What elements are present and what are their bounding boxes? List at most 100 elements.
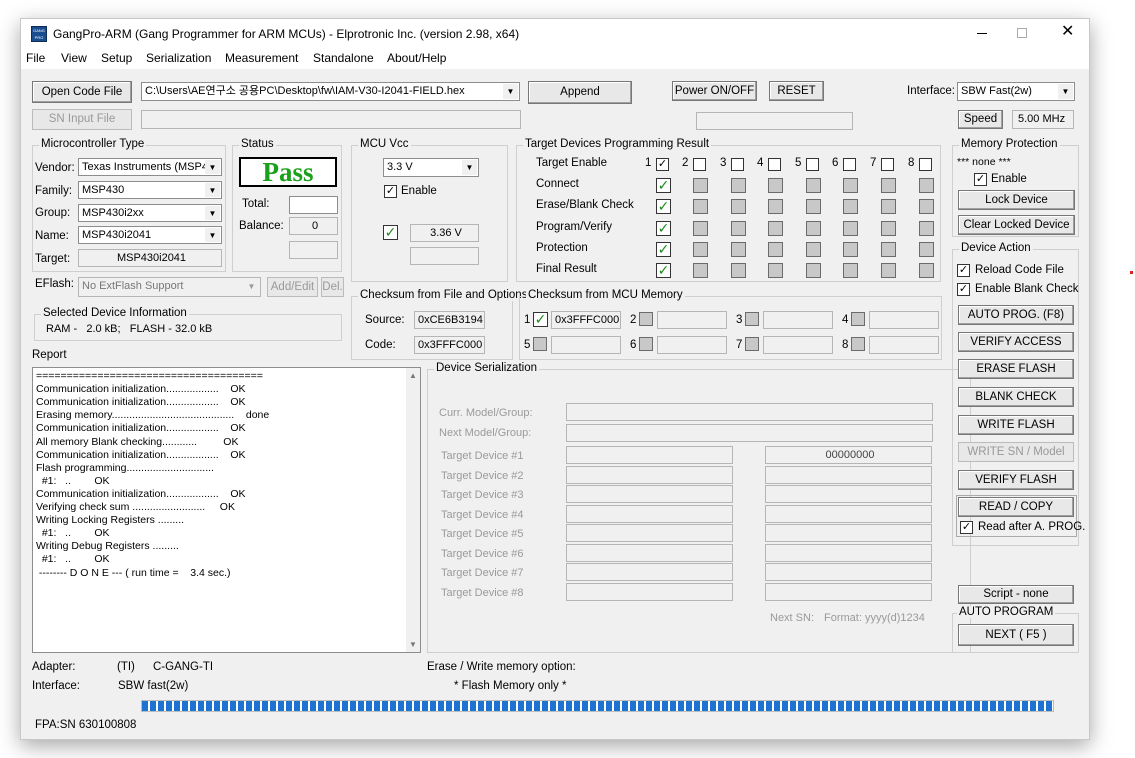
close-icon[interactable]: ✕ — [1061, 22, 1074, 42]
row-label-final-result: Final Result — [536, 263, 597, 275]
result-cell-r4-d5 — [806, 242, 821, 257]
menu-standalone[interactable]: Standalone — [313, 51, 374, 65]
vcc-combo[interactable]: 3.3 V ▼ — [383, 158, 479, 177]
scroll-down-icon[interactable]: ▼ — [409, 640, 417, 649]
sn-input-file-button[interactable]: SN Input File — [32, 109, 132, 130]
result-cell-r5-d7 — [881, 263, 896, 278]
code-file-path-combo[interactable]: C:\Users\AE연구소 공용PC\Desktop\fw\IAM-V30-I… — [141, 82, 520, 101]
chevron-down-icon: ▼ — [205, 228, 220, 242]
group-value: MSP430i2xx — [82, 207, 144, 219]
target-device-field-5 — [566, 524, 733, 542]
target-enable-checkbox-2[interactable] — [693, 158, 706, 171]
eflash-del-button[interactable]: Del. — [321, 277, 344, 297]
target-enable-checkbox-7[interactable] — [881, 158, 894, 171]
clear-locked-device-button[interactable]: Clear Locked Device — [958, 215, 1075, 235]
chevron-down-icon: ▼ — [244, 279, 259, 295]
result-cell-r5-d8 — [919, 263, 934, 278]
target-device-label-2: Target Device #2 — [441, 469, 524, 482]
result-cell-r2-d8 — [919, 199, 934, 214]
menu-setup[interactable]: Setup — [101, 51, 132, 65]
open-code-file-button[interactable]: Open Code File — [32, 81, 132, 103]
target-enable-checkbox-1[interactable]: ✓ — [656, 158, 669, 171]
menu-view[interactable]: View — [61, 51, 87, 65]
target-enable-checkbox-5[interactable] — [806, 158, 819, 171]
target-enable-checkbox-6[interactable] — [843, 158, 856, 171]
group-title: Device Action — [959, 242, 1033, 254]
vendor-value: Texas Instruments (MSP4 — [82, 161, 208, 173]
append-button[interactable]: Append — [528, 81, 632, 104]
maximize-icon[interactable] — [1017, 28, 1027, 38]
report-label: Report — [32, 349, 67, 361]
target-enable-checkbox-8[interactable] — [919, 158, 932, 171]
next-sn-label: Next SN: — [770, 612, 815, 624]
enable-blank-check-checkbox[interactable]: ✓ — [957, 283, 970, 296]
name-combo[interactable]: MSP430i2041 ▼ — [78, 226, 222, 244]
script-button[interactable]: Script - none — [958, 585, 1074, 604]
interface-label: Interface: — [907, 85, 955, 97]
reload-code-file-checkbox[interactable]: ✓ — [957, 264, 970, 277]
device-number-3: 3 — [720, 157, 727, 169]
target-enable-checkbox-4[interactable] — [768, 158, 781, 171]
target-enable-checkbox-3[interactable] — [731, 158, 744, 171]
menu-serialization[interactable]: Serialization — [146, 51, 211, 65]
verify-flash-button[interactable]: VERIFY FLASH — [958, 470, 1074, 490]
auto-prog-button[interactable]: AUTO PROG. (F8) — [958, 305, 1074, 325]
menu-file[interactable]: File — [26, 51, 45, 65]
sn-input-file-field — [141, 110, 521, 129]
next-model-label: Next Model/Group: — [439, 427, 532, 439]
family-combo[interactable]: MSP430 ▼ — [78, 181, 222, 199]
memory-protection-enable-checkbox[interactable]: ✓ — [974, 173, 987, 186]
result-cell-r1-d7 — [881, 178, 896, 193]
write-sn-model-button[interactable]: WRITE SN / Model — [958, 442, 1074, 462]
eflash-add-edit-button[interactable]: Add/Edit — [267, 277, 318, 297]
chevron-down-icon: ▼ — [205, 183, 220, 197]
checksum-slot-value-8 — [869, 336, 939, 354]
result-cell-r1-d1: ✓ — [656, 177, 671, 193]
result-cell-r2-d4 — [768, 199, 783, 214]
target-device-sn-7 — [765, 563, 932, 581]
read-after-auto-prog-checkbox[interactable]: ✓ — [960, 521, 973, 534]
blank-check-button[interactable]: BLANK CHECK — [958, 387, 1074, 407]
menu-about-help[interactable]: About/Help — [387, 51, 446, 65]
checksum-slot-value-1: 0x3FFFC000 — [551, 311, 621, 329]
vendor-combo[interactable]: Texas Instruments (MSP4 ▼ — [78, 158, 222, 176]
target-device-sn-2 — [765, 465, 932, 484]
lock-device-button[interactable]: Lock Device — [958, 190, 1075, 210]
row-label-protection: Protection — [536, 242, 588, 254]
target-device-field-8 — [566, 582, 733, 601]
write-flash-button[interactable]: WRITE FLASH — [958, 415, 1074, 435]
menu-measurement[interactable]: Measurement — [225, 51, 298, 65]
checksum-slot-value-4 — [869, 311, 939, 329]
speed-button[interactable]: Speed — [958, 110, 1003, 129]
memory-protection-enable-label: Enable — [991, 173, 1027, 185]
report-scrollbar[interactable]: ▲ ▼ — [406, 368, 420, 652]
reset-button[interactable]: RESET — [769, 81, 824, 101]
next-button[interactable]: NEXT ( F5 ) — [958, 624, 1074, 646]
vcc-enable-checkbox[interactable]: ✓ — [384, 185, 397, 198]
checksum-slot-indicator-7 — [745, 337, 759, 351]
row-label-erase-blank-check: Erase/Blank Check — [536, 199, 634, 211]
read-copy-button[interactable]: READ / COPY — [958, 497, 1074, 517]
target-device-sn-4 — [765, 504, 932, 523]
report-line: #1: .. OK — [36, 553, 110, 566]
report-line: Communication initialization............… — [36, 487, 246, 500]
minimize-icon[interactable] — [977, 33, 987, 34]
eflash-combo[interactable]: No ExtFlash Support ▼ — [78, 277, 261, 297]
target-device-field-2 — [566, 465, 733, 484]
group-combo[interactable]: MSP430i2xx ▼ — [78, 204, 222, 222]
erase-flash-button[interactable]: ERASE FLASH — [958, 359, 1074, 379]
chevron-down-icon: ▼ — [462, 160, 477, 175]
group-title: Selected Device Information — [41, 307, 189, 319]
power-on-off-button[interactable]: Power ON/OFF — [672, 81, 757, 101]
group-label: Group: — [35, 207, 71, 219]
interface-combo[interactable]: SBW Fast(2w) ▼ — [957, 82, 1075, 101]
device-number-2: 2 — [682, 157, 689, 169]
verify-access-button[interactable]: VERIFY ACCESS — [958, 332, 1074, 352]
group-title: Memory Protection — [959, 138, 1060, 150]
report-line: All memory Blank checking............ OK — [36, 435, 239, 448]
scroll-up-icon[interactable]: ▲ — [409, 371, 417, 380]
status-message-field — [696, 112, 853, 130]
checksum-slot-value-6 — [657, 336, 727, 354]
result-cell-r3-d4 — [768, 221, 783, 236]
result-cell-r3-d6 — [843, 221, 858, 236]
